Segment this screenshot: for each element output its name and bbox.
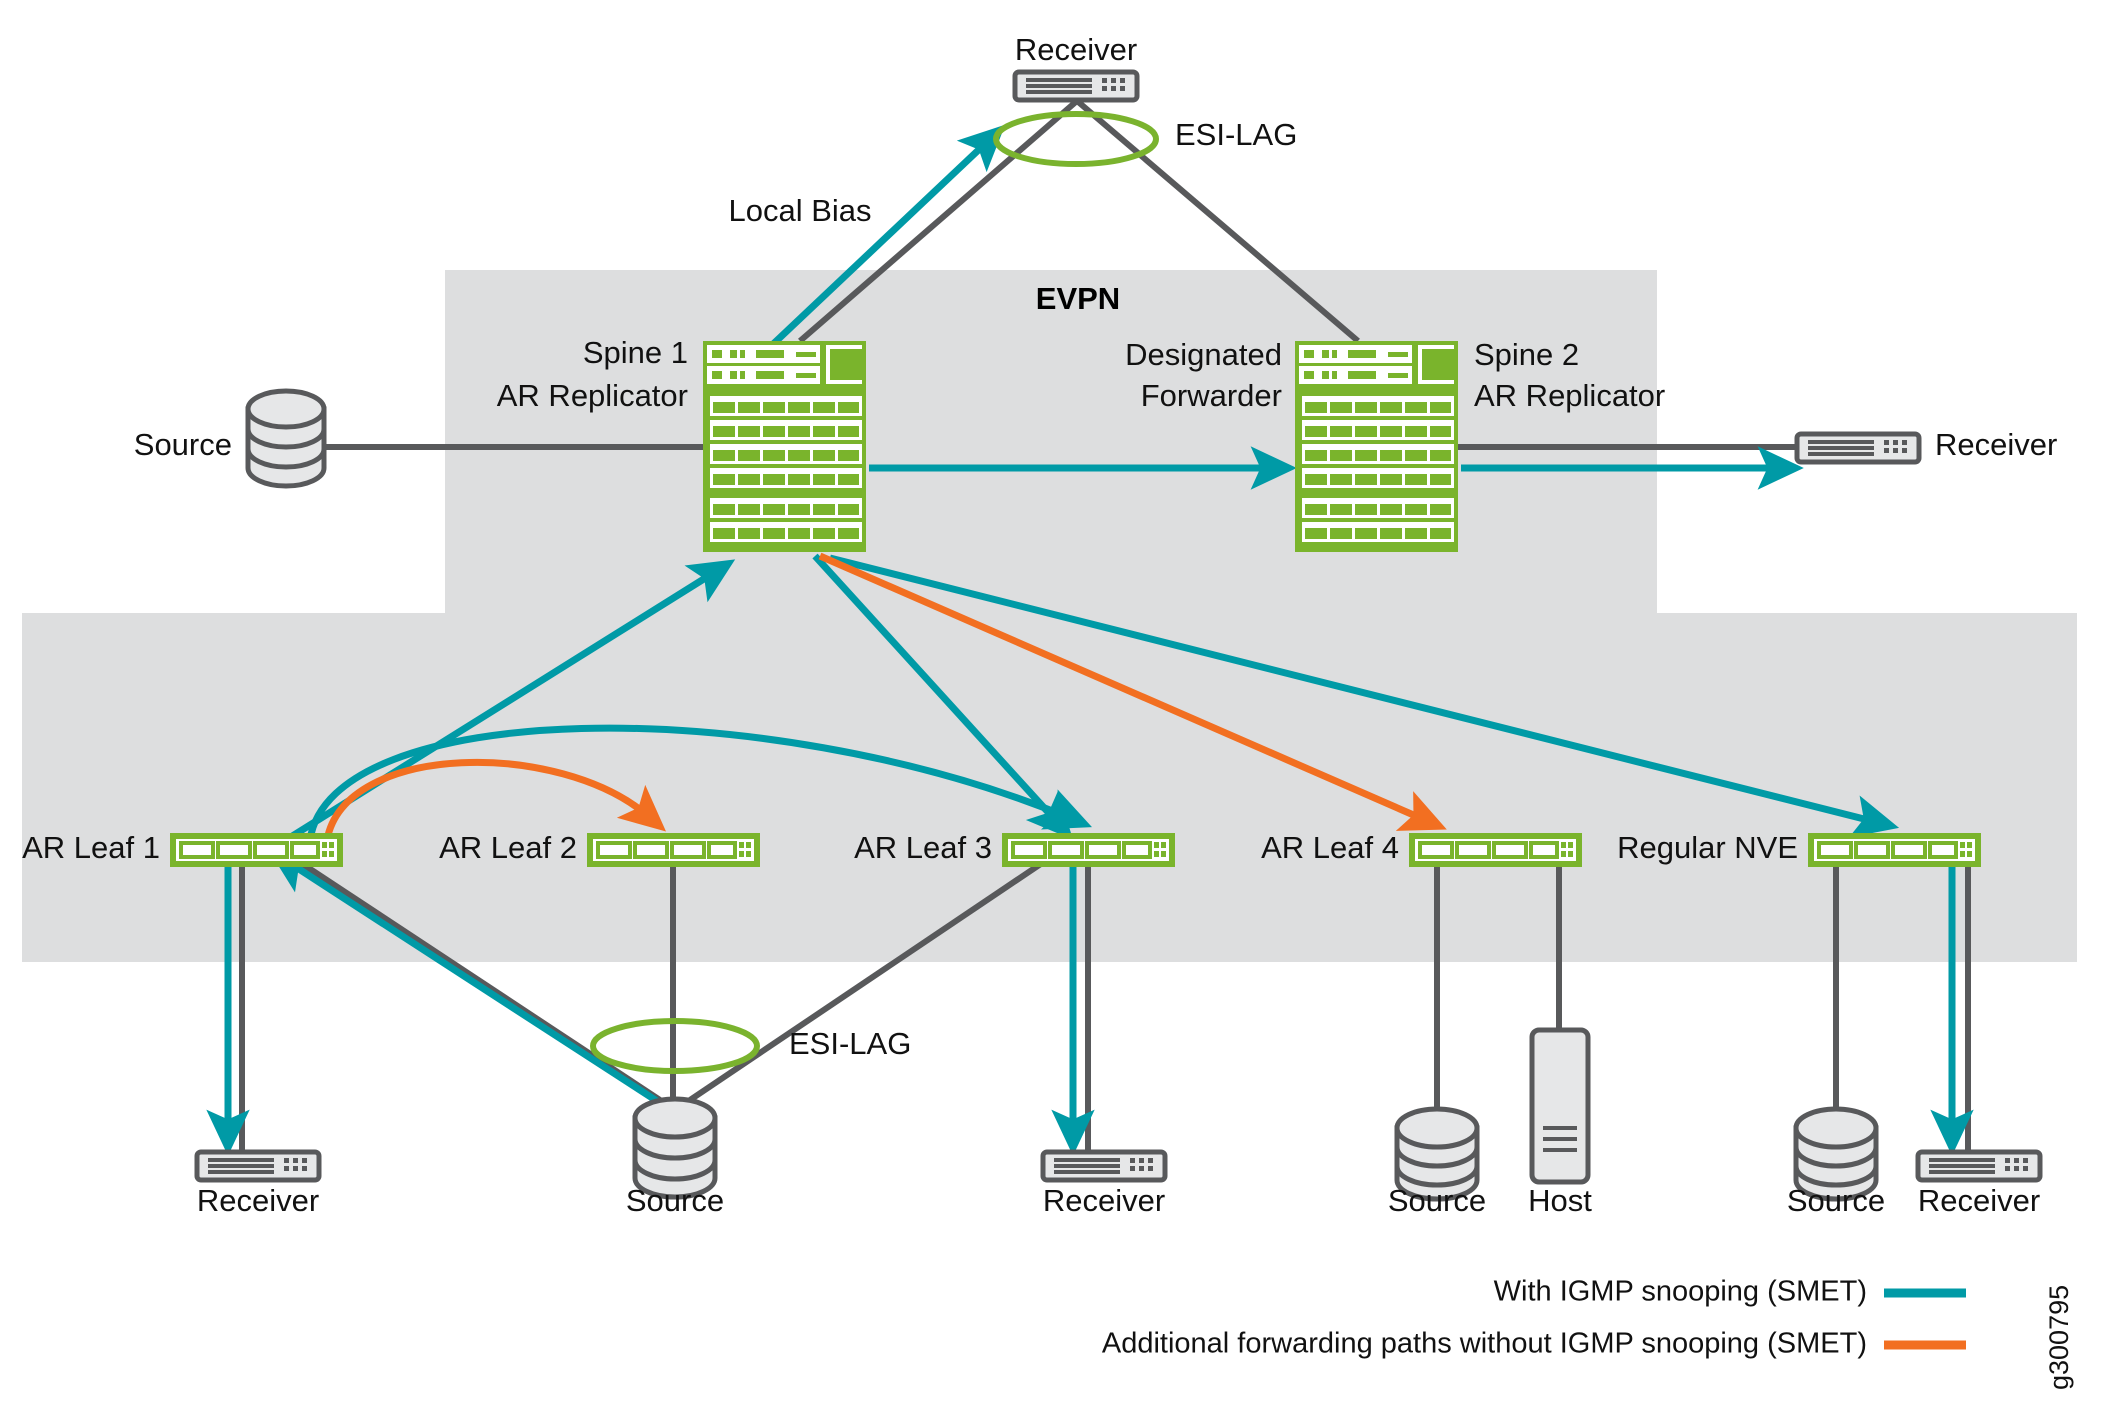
spine2-label-line2: AR Replicator [1474,378,1665,413]
designated-forwarder-line1: Designated [1125,337,1282,372]
leaf3-receiver-device[interactable] [1040,1149,1168,1183]
local-bias-label: Local Bias [728,193,871,228]
leaf4-source-label: Source [1388,1183,1486,1218]
leaf4-device[interactable] [1409,833,1582,867]
cylinder-top [1793,1106,1879,1150]
legend: With IGMP snooping (SMET) Additional for… [1102,1276,1966,1360]
designated-forwarder-line2: Forwarder [1141,378,1282,413]
esi-lag-top [993,111,1159,167]
right-receiver-label: Receiver [1935,427,2057,462]
regular-nve-label: Regular NVE [1617,830,1798,865]
top-receiver-device[interactable] [1012,69,1140,103]
right-receiver-device[interactable] [1794,431,1922,465]
leaf4-host-label: Host [1528,1183,1592,1218]
leaf1-device[interactable] [170,833,343,867]
spine2-label-line1: Spine 2 [1474,337,1579,372]
diagram-canvas: Spine 1 AR Replicator Designated Forward… [22,32,2077,1390]
cylinder-top [632,1096,718,1140]
spine1-label-line1: Spine 1 [583,335,688,370]
legend-label-1: Additional forwarding paths without IGMP… [1102,1328,1867,1360]
leaf1-receiver-label: Receiver [197,1183,319,1218]
nve-source-label: Source [1787,1183,1885,1218]
leaf4-host-device[interactable] [1529,1027,1591,1185]
leaf2-label: AR Leaf 2 [439,830,577,865]
legend-label-0: With IGMP snooping (SMET) [1494,1276,1867,1308]
nve-receiver-label: Receiver [1918,1183,2040,1218]
nve-receiver-device[interactable] [1915,1149,2043,1183]
figure-id-label: g300795 [2044,1285,2074,1390]
left-source-device[interactable] [245,388,327,489]
network-diagram: Spine 1 AR Replicator Designated Forward… [0,0,2101,1407]
leaf3-label: AR Leaf 3 [854,830,992,865]
esi-lag-bottom-label: ESI-LAG [789,1026,911,1061]
leaf1-label: AR Leaf 1 [22,830,160,865]
evpn-band [445,270,1657,614]
left-source-label: Source [134,427,232,462]
leaf1-receiver-device[interactable] [194,1149,322,1183]
esi-lag-top-label: ESI-LAG [1175,117,1297,152]
fabric-band [22,613,2077,962]
evpn-zone-label: EVPN [1036,281,1120,316]
leaf3-device[interactable] [1002,833,1175,867]
cylinder-top [1394,1106,1480,1150]
leaf2-device[interactable] [587,833,760,867]
spine2-device[interactable] [1295,341,1458,552]
cylinder-top [245,388,327,430]
zone-evpn [445,270,1657,614]
leaf3-receiver-label: Receiver [1043,1183,1165,1218]
host-tower-icon [1529,1027,1591,1185]
regular-nve-device[interactable] [1808,833,1981,867]
spine1-device[interactable] [703,341,866,552]
esi-source-label: Source [626,1183,724,1218]
top-receiver-label: Receiver [1015,32,1137,67]
leaf4-label: AR Leaf 4 [1261,830,1399,865]
zone-fabric [22,613,2077,962]
spine1-label-line2: AR Replicator [497,378,688,413]
ellipse-ring-icon-top [993,111,1159,167]
